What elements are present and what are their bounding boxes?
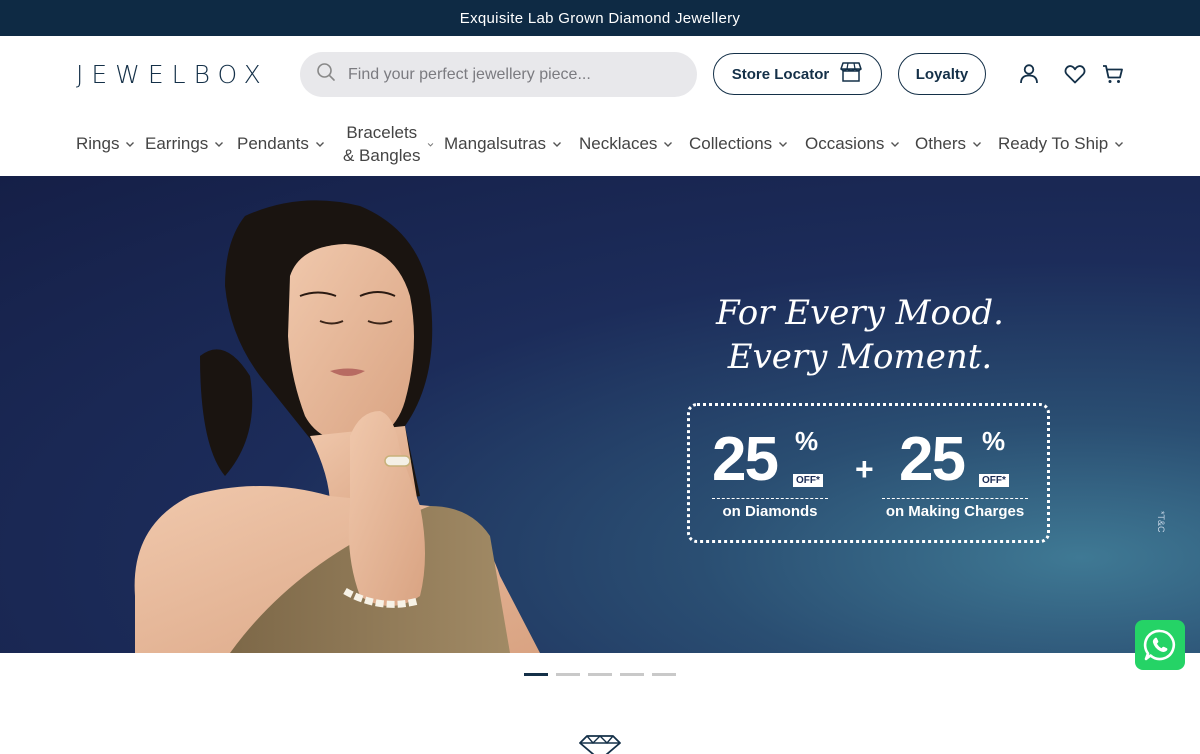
cart-icon[interactable]: [1101, 62, 1125, 86]
headline-line2: Every Moment.: [727, 337, 993, 377]
nav-bracelets-bangles[interactable]: Bracelets & Bangles: [343, 112, 434, 176]
nav-earrings[interactable]: Earrings: [145, 112, 224, 176]
nav-pendants[interactable]: Pendants: [237, 112, 325, 176]
carousel-dots: [0, 653, 1200, 693]
nav-label: Necklaces: [579, 134, 658, 153]
nav-others[interactable]: Others: [915, 112, 982, 176]
hero-banner[interactable]: For Every Mood. Every Moment. 25 % OFF* …: [0, 176, 1200, 653]
main-nav: Rings Earrings Pendants Bracelets & Bang…: [0, 112, 1200, 176]
nav-mangalsutras[interactable]: Mangalsutras: [444, 112, 562, 176]
carousel-dot-4[interactable]: [620, 673, 644, 676]
chevron-down-icon: [1115, 142, 1124, 147]
offer2-percent: %: [982, 426, 1006, 456]
account-icon[interactable]: [1017, 62, 1041, 86]
chevron-down-icon: [315, 142, 324, 147]
nav-collections[interactable]: Collections: [689, 112, 788, 176]
offer2-off: OFF*: [979, 474, 1009, 487]
carousel-dot-3[interactable]: [588, 673, 612, 676]
nav-label: Mangalsutras: [444, 134, 547, 153]
offer1-value: 25: [712, 425, 779, 494]
whatsapp-icon: [1143, 629, 1176, 661]
chevron-down-icon: [126, 142, 135, 147]
search-bar[interactable]: [300, 52, 697, 97]
nav-label-line1: Bracelets: [346, 123, 418, 142]
offer1-label: on Diamonds: [722, 503, 818, 520]
loyalty-button[interactable]: Loyalty: [898, 53, 986, 95]
search-input[interactable]: [348, 65, 678, 84]
chevron-down-icon: [779, 142, 788, 147]
carousel-dot-2[interactable]: [556, 673, 580, 676]
site-header: JEWELBOX Store Locator Loyalty: [0, 36, 1200, 112]
chevron-down-icon: [215, 142, 224, 147]
store-icon: [839, 61, 863, 87]
search-icon: [316, 62, 336, 87]
terms-note: *T&C: [1156, 511, 1166, 533]
offer1-percent: %: [795, 426, 819, 456]
chevron-down-icon: [973, 142, 982, 147]
nav-necklaces[interactable]: Necklaces: [579, 112, 673, 176]
offer1-divider: [712, 498, 828, 499]
jewelbox-logo[interactable]: JEWELBOX: [76, 60, 269, 89]
nav-label: Rings: [76, 134, 120, 153]
headline-line1: For Every Mood.: [715, 293, 1004, 333]
carousel-dot-1[interactable]: [524, 673, 548, 676]
nav-ready-to-ship[interactable]: Ready To Ship: [998, 112, 1124, 176]
announcement-text: Exquisite Lab Grown Diamond Jewellery: [459, 9, 741, 27]
offer1-off: OFF*: [793, 474, 823, 487]
plus-sign: +: [855, 451, 874, 487]
nav-label: Others: [915, 134, 967, 153]
loyalty-label: Loyalty: [915, 65, 969, 83]
carousel-dot-5[interactable]: [652, 673, 676, 676]
model-photo: [134, 200, 540, 653]
nav-label: Bracelets & Bangles: [343, 121, 421, 167]
chevron-down-icon: [891, 142, 900, 147]
offer2-value: 25: [899, 425, 966, 494]
nav-label: Collections: [689, 134, 773, 153]
chevron-down-icon: [664, 142, 673, 147]
diamond-icon: [579, 735, 621, 754]
nav-label: Occasions: [805, 134, 885, 153]
offer-box: 25 % OFF* on Diamonds + 25 % OFF* on Mak…: [687, 403, 1050, 543]
whatsapp-chat-button[interactable]: [1135, 620, 1185, 670]
offer2-divider: [882, 498, 1028, 499]
store-locator-label: Store Locator: [731, 65, 830, 83]
hero-headline: For Every Mood. Every Moment.: [690, 291, 1030, 379]
chevron-down-icon: [427, 142, 433, 147]
nav-occasions[interactable]: Occasions: [805, 112, 900, 176]
wishlist-heart-icon[interactable]: [1063, 62, 1087, 86]
chevron-down-icon: [553, 142, 562, 147]
nav-label: Earrings: [145, 134, 209, 153]
offer2-label: on Making Charges: [885, 503, 1025, 520]
store-locator-button[interactable]: Store Locator: [713, 53, 882, 95]
nav-label: Pendants: [237, 134, 309, 153]
nav-rings[interactable]: Rings: [76, 112, 135, 176]
nav-label-line2: & Bangles: [343, 146, 421, 165]
nav-label: Ready To Ship: [998, 134, 1109, 153]
announcement-bar: Exquisite Lab Grown Diamond Jewellery: [0, 0, 1200, 36]
